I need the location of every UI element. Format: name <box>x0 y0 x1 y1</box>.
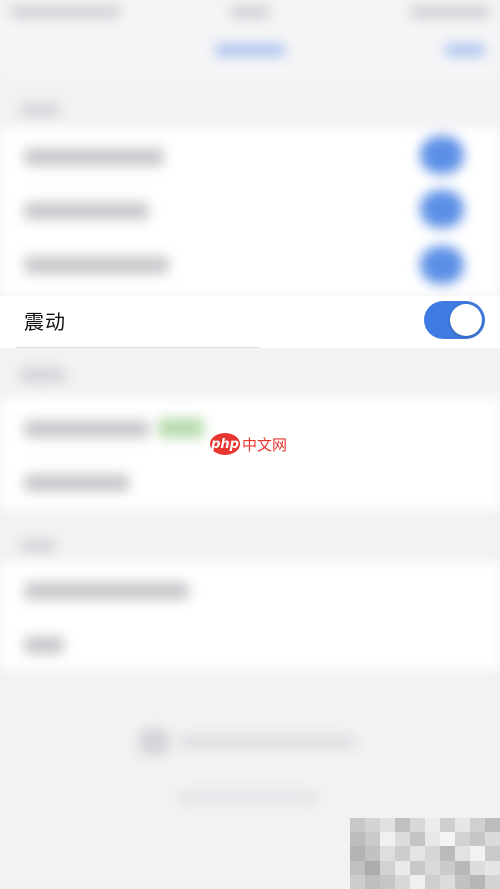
vibration-toggle[interactable] <box>424 301 485 339</box>
blurred-settings-group-3 <box>0 562 500 670</box>
row-divider <box>16 347 260 348</box>
pixelated-corner <box>350 818 500 889</box>
vibration-label: 震动 <box>24 310 66 334</box>
php-logo: php <box>210 433 240 455</box>
watermark-text: 中文网 <box>242 435 288 454</box>
blurred-settings-group-1 <box>0 128 500 296</box>
toggle-knob <box>450 304 482 336</box>
blurred-header <box>0 0 500 80</box>
watermark: php 中文网 <box>210 432 287 456</box>
